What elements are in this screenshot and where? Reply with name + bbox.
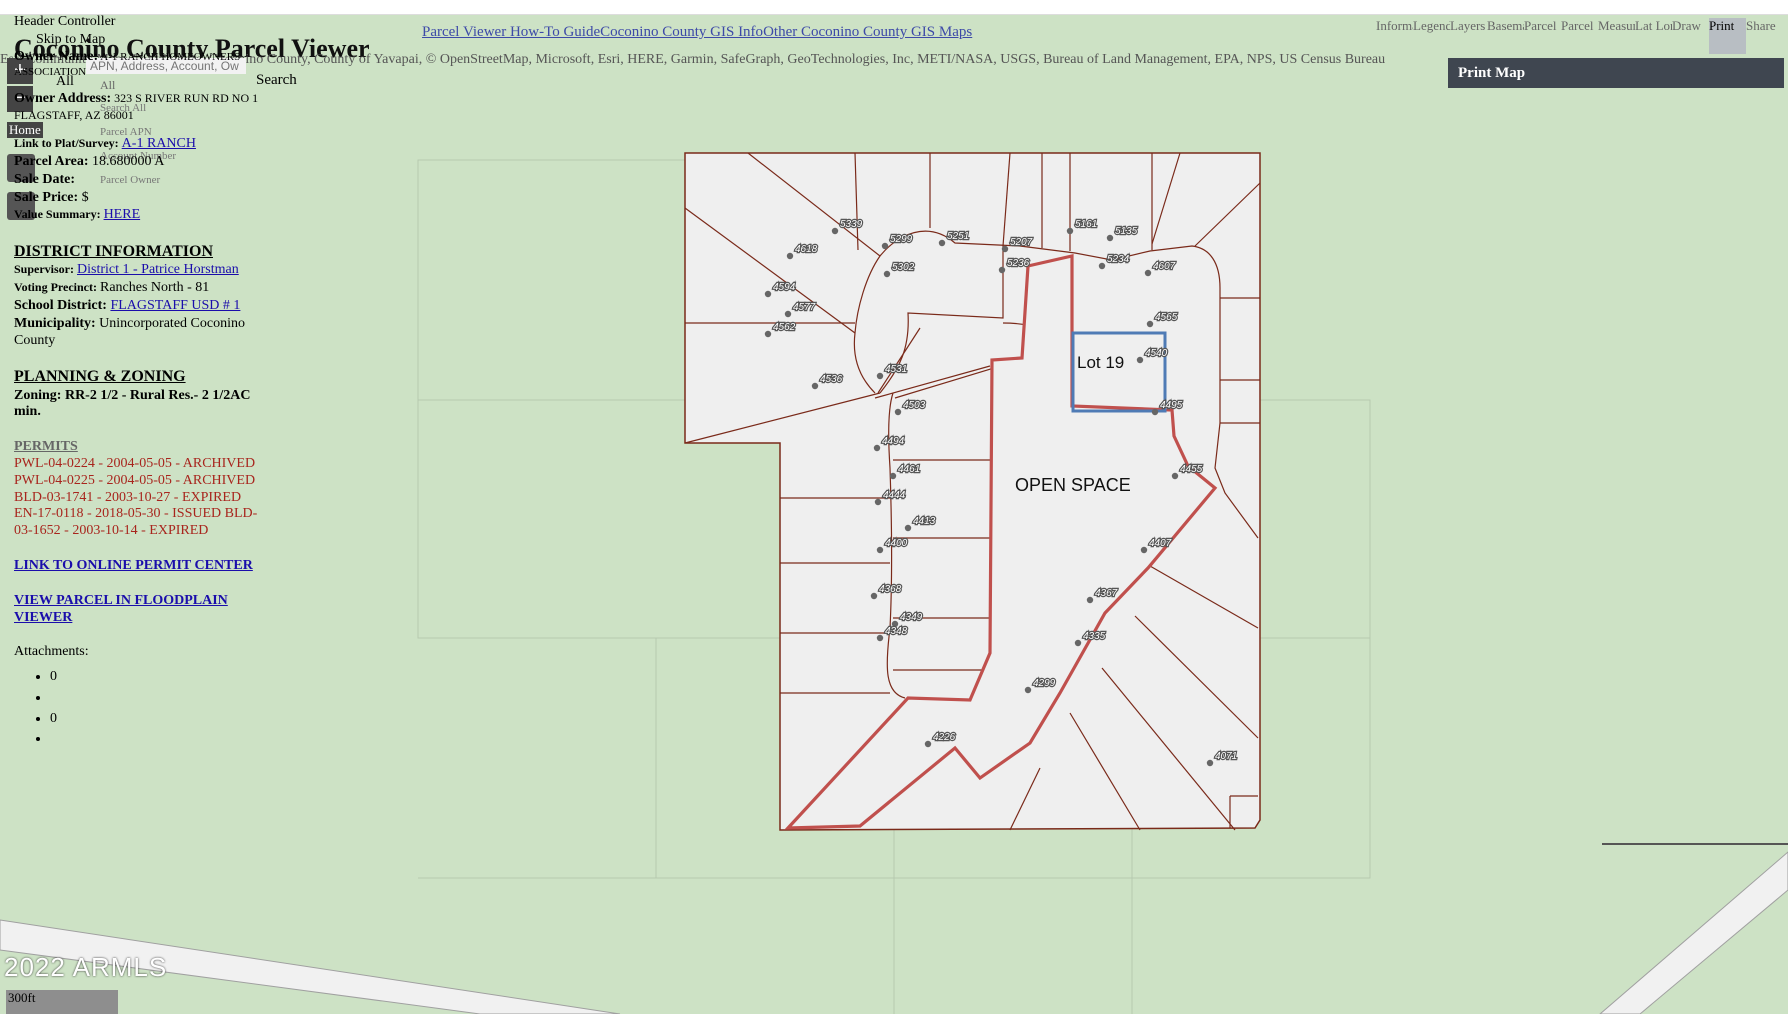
parcel-marker[interactable] <box>876 372 884 380</box>
scale-bar: 300ft <box>6 990 118 1014</box>
parcel-marker[interactable] <box>1001 245 1009 253</box>
parcel-marker[interactable] <box>1140 546 1148 554</box>
parcel-marker[interactable] <box>1144 269 1152 277</box>
parcel-marker[interactable] <box>784 310 792 318</box>
parcel-marker[interactable] <box>924 740 932 748</box>
parcel-marker[interactable] <box>873 444 881 452</box>
parcel-number-label: 4413 <box>913 516 936 527</box>
parcel-marker[interactable] <box>1074 639 1082 647</box>
parcel-marker[interactable] <box>889 472 897 480</box>
parcel-number-label: 5234 <box>1107 254 1130 265</box>
open-space-label: OPEN SPACE <box>1015 475 1131 495</box>
parcel-number-label: 4618 <box>795 244 818 255</box>
parcel-marker[interactable] <box>1151 408 1159 416</box>
parcel-number-label: 4400 <box>885 538 908 549</box>
parcel-number-label: 4577 <box>793 302 816 313</box>
parcel-number-label: 4503 <box>903 400 926 411</box>
parcel-marker[interactable] <box>1146 320 1154 328</box>
parcel-number-label: 5135 <box>1115 226 1138 237</box>
parcel-marker[interactable] <box>1171 472 1179 480</box>
parcel-number-label: 4299 <box>1033 678 1056 689</box>
parcel-marker[interactable] <box>1106 234 1114 242</box>
parcel-number-label: 4495 <box>1160 400 1183 411</box>
parcel-number-label: 4348 <box>885 626 908 637</box>
parcel-number-label: 5299 <box>890 234 913 245</box>
parcel-number-label: 4455 <box>1180 464 1203 475</box>
parcel-marker[interactable] <box>1066 227 1074 235</box>
parcel-marker[interactable] <box>876 634 884 642</box>
parcel-number-label: 4407 <box>1149 538 1172 549</box>
parcel-number-label: 4349 <box>900 612 923 623</box>
parcel-marker[interactable] <box>876 546 884 554</box>
parcel-number-label: 4368 <box>879 584 902 595</box>
parcel-number-label: 4562 <box>773 322 796 333</box>
parcel-marker[interactable] <box>904 524 912 532</box>
parcel-marker[interactable] <box>870 592 878 600</box>
parcel-number-label: 5251 <box>947 231 969 242</box>
parcel-number-label: 4335 <box>1083 631 1106 642</box>
parcel-number-label: 4607 <box>1153 261 1176 272</box>
parcel-number-label: 5302 <box>892 262 915 273</box>
parcel-marker[interactable] <box>811 382 819 390</box>
parcel-marker[interactable] <box>874 498 882 506</box>
parcel-marker[interactable] <box>764 290 772 298</box>
parcel-marker[interactable] <box>831 227 839 235</box>
parcel-number-label: 4444 <box>883 490 906 501</box>
parcel-marker[interactable] <box>764 330 772 338</box>
parcel-marker[interactable] <box>881 242 889 250</box>
parcel-number-label: 5236 <box>1007 258 1030 269</box>
parcel-marker[interactable] <box>1024 686 1032 694</box>
parcel-number-label: 4594 <box>773 282 796 293</box>
parcel-marker[interactable] <box>883 270 891 278</box>
parcel-number-label: 4565 <box>1155 312 1178 323</box>
parcel-marker[interactable] <box>1098 262 1106 270</box>
copyright-watermark: 2022 ARMLS <box>4 952 168 982</box>
parcel-marker[interactable] <box>1206 759 1214 767</box>
parcel-marker[interactable] <box>998 266 1006 274</box>
parcel-number-label: 5339 <box>840 219 863 230</box>
lot-19-label: Lot 19 <box>1077 353 1124 372</box>
parcel-number-label: 5161 <box>1075 219 1097 230</box>
parcel-number-label: 4367 <box>1095 588 1118 599</box>
parcel-marker[interactable] <box>1086 596 1094 604</box>
parcel-number-label: 4461 <box>898 464 920 475</box>
parcel-marker[interactable] <box>786 252 794 260</box>
parcel-number-label: 4494 <box>882 436 905 447</box>
parcel-number-label: 4071 <box>1215 751 1237 762</box>
plat-map: Lot 19 OPEN SPACE 4618 5339 5299 5251 5207 51… <box>684 152 1261 831</box>
parcel-marker[interactable] <box>894 408 902 416</box>
parcel-number-label: 4531 <box>885 364 907 375</box>
parcel-marker[interactable] <box>1136 356 1144 364</box>
parcel-marker[interactable] <box>938 239 946 247</box>
parcel-number-label: 4540 <box>1145 348 1168 359</box>
parcel-number-label: 5207 <box>1010 237 1033 248</box>
parcel-number-label: 4226 <box>933 732 956 743</box>
parcel-number-label: 4536 <box>820 374 843 385</box>
